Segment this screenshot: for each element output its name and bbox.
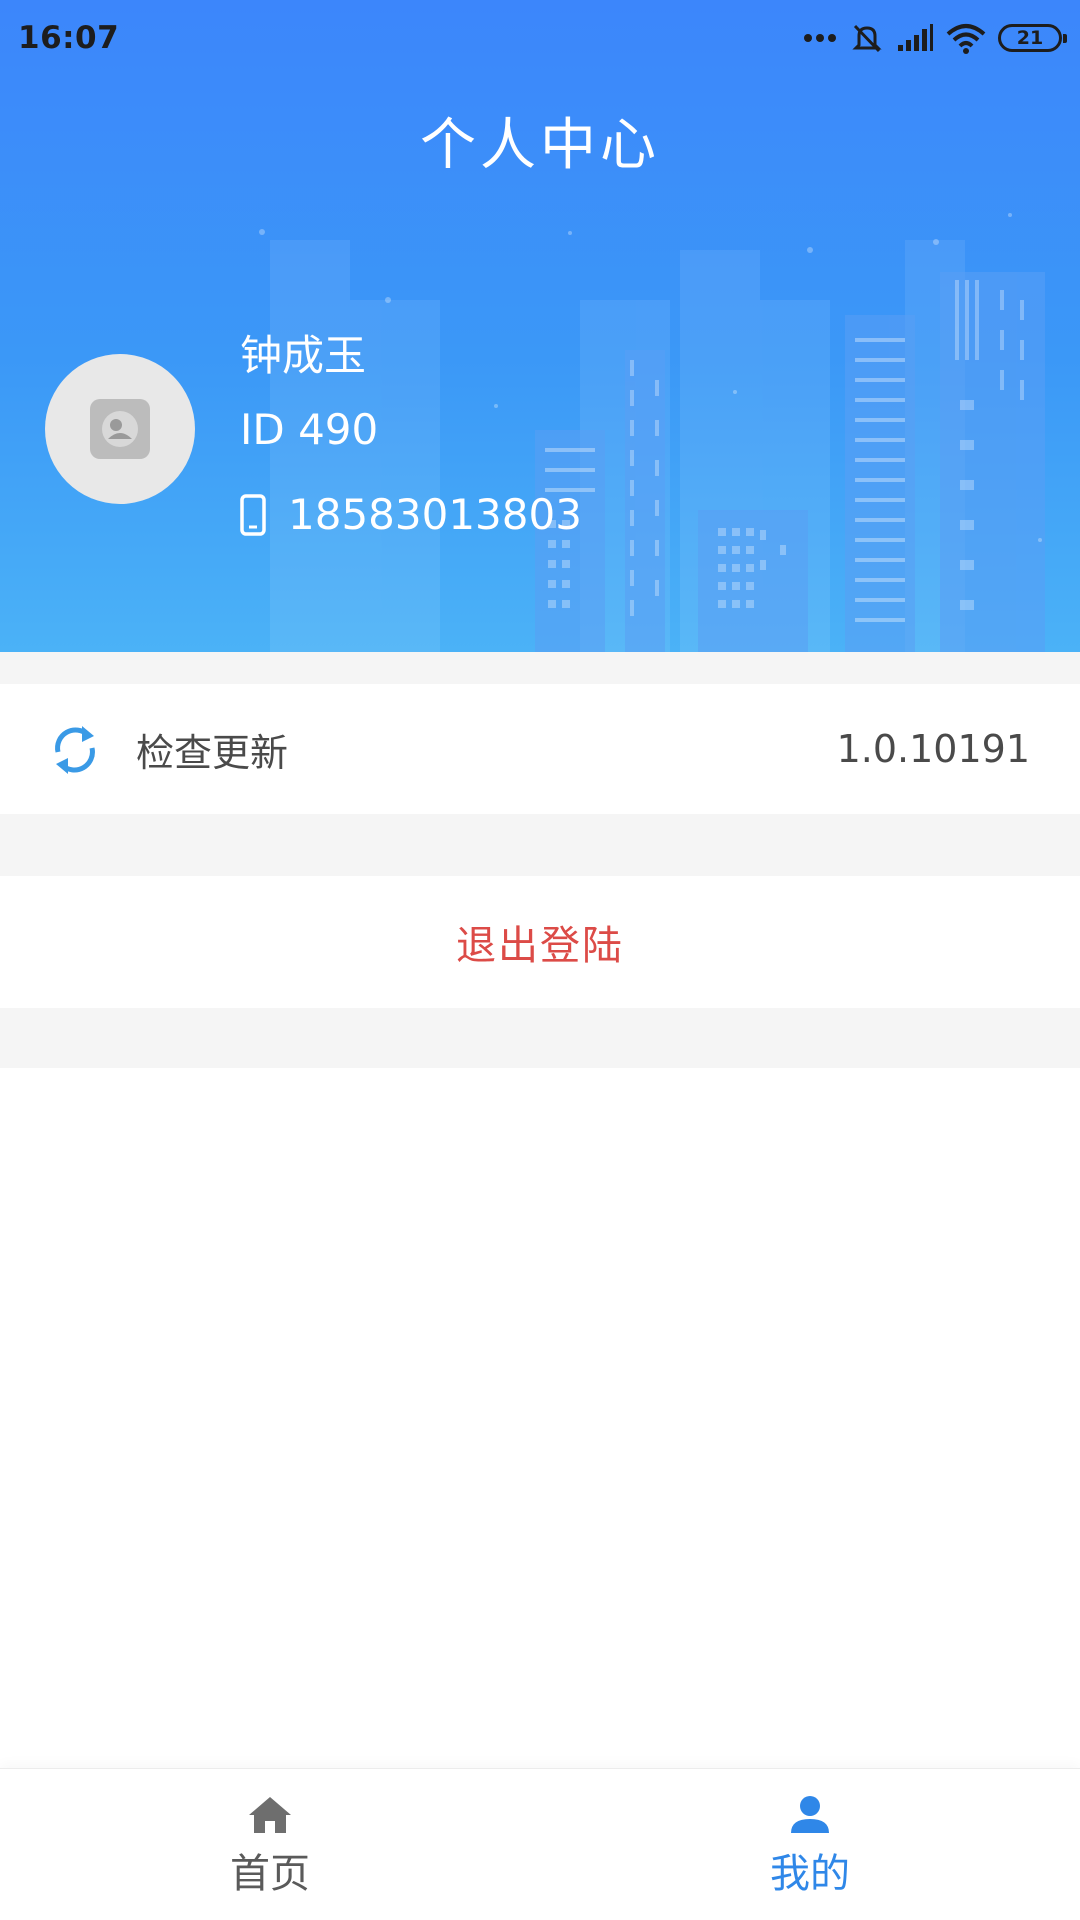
tab-mine-label: 我的 xyxy=(770,1851,850,1897)
more-dots-icon xyxy=(804,34,836,42)
battery-level: 21 xyxy=(1016,27,1044,49)
tab-home[interactable]: 首页 xyxy=(120,1769,420,1920)
profile-header: 16:07 21 个人中心 钟成玉 ID 490 18583013803 xyxy=(0,0,1080,652)
phone-icon xyxy=(240,493,266,536)
refresh-icon xyxy=(55,726,95,774)
logout-button[interactable]: 退出登陆 xyxy=(456,913,624,971)
mute-bell-icon xyxy=(852,24,882,53)
status-bar: 16:07 21 xyxy=(0,0,1080,76)
status-time: 16:07 xyxy=(18,20,120,56)
avatar-placeholder-icon xyxy=(90,399,150,459)
section-divider xyxy=(0,652,1080,684)
signal-icon xyxy=(898,24,933,51)
status-icons: 21 xyxy=(802,21,1067,55)
logout-row[interactable]: 退出登陆 xyxy=(0,876,1080,1008)
user-phone-row: 18583013803 xyxy=(240,490,582,539)
wifi-icon xyxy=(946,24,986,54)
version-number: 1.0.10191 xyxy=(836,727,1030,771)
user-id: ID 490 xyxy=(240,405,379,454)
home-icon xyxy=(249,1797,291,1833)
user-icon xyxy=(791,1796,829,1833)
battery-icon: 21 xyxy=(998,24,1067,52)
city-skyline-illustration xyxy=(259,213,1045,652)
tab-mine[interactable]: 我的 xyxy=(660,1769,960,1920)
user-name: 钟成玉 xyxy=(240,331,367,380)
bottom-tab-bar: 首页 我的 xyxy=(0,1768,1080,1920)
section-divider xyxy=(0,814,1080,876)
tab-home-label: 首页 xyxy=(230,1851,310,1897)
check-update-label: 检查更新 xyxy=(136,730,289,775)
page-title: 个人中心 xyxy=(420,113,660,178)
check-update-row[interactable]: 检查更新 1.0.10191 xyxy=(0,684,1080,814)
section-divider xyxy=(0,1008,1080,1068)
app: 16:07 21 个人中心 钟成玉 ID 490 18583013803 检查更… xyxy=(0,0,1080,1920)
avatar[interactable] xyxy=(45,354,195,504)
user-phone: 18583013803 xyxy=(288,490,582,539)
